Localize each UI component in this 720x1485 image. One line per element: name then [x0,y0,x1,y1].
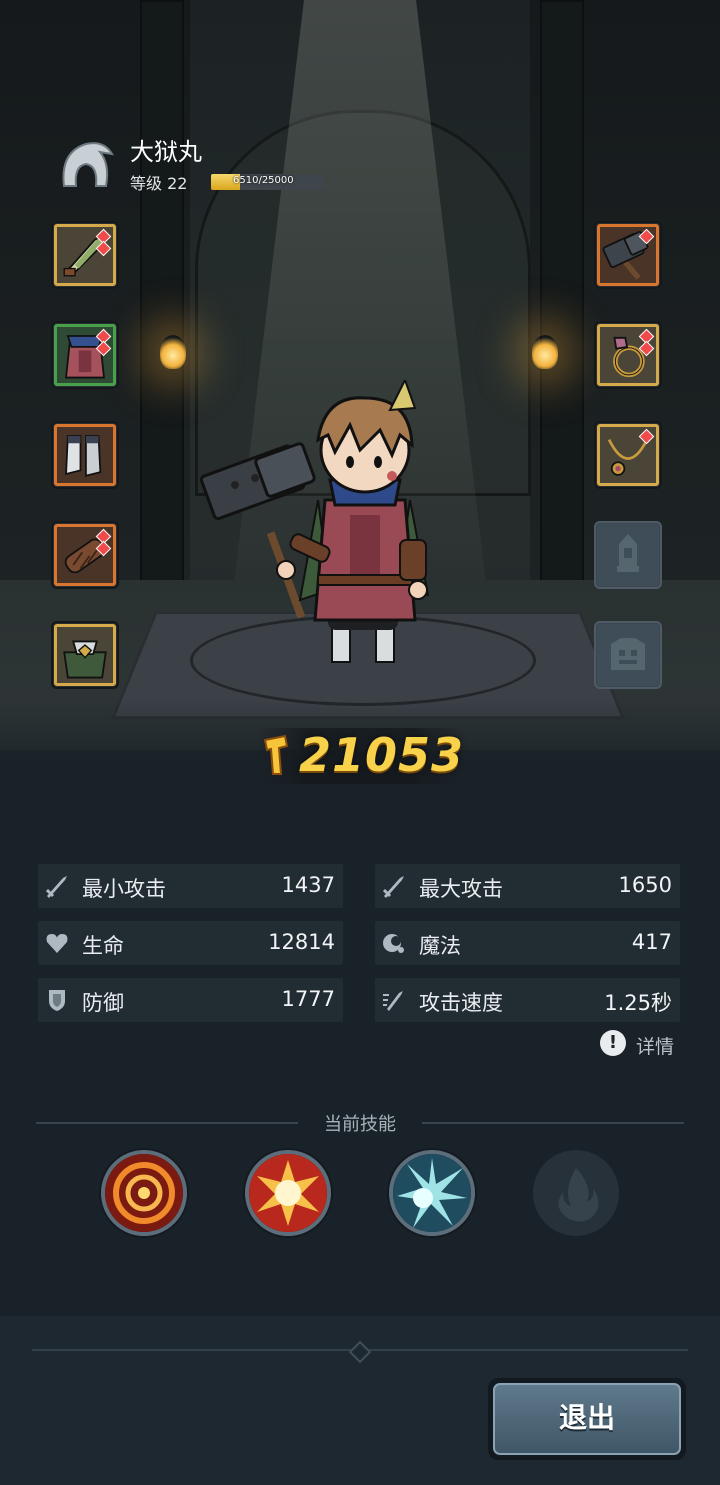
pillar-right [540,0,584,644]
stat-label: 攻击速度 [419,991,503,1015]
stat-value: 1777 [281,987,335,1011]
info-icon: ! [600,1030,626,1056]
boots-icon [65,435,102,477]
lantern-slot-icon [617,534,639,572]
hero-header: 大狱丸 等级 22 6510/25000 [56,130,346,195]
explosion-skill-icon [249,1154,327,1232]
skill-slot-1[interactable] [101,1150,187,1236]
equip-slot-accessory[interactable] [51,221,119,289]
stat-max-attack: 最大攻击 1650 [375,864,680,908]
stat-label: 魔法 [419,934,461,958]
pillar-left [140,0,184,644]
stat-label: 最大攻击 [419,877,503,901]
skill-slot-2[interactable] [245,1150,331,1236]
equip-slot-necklace[interactable] [594,421,662,489]
stat-defense: 防御 1777 [38,978,343,1022]
stat-label: 最小攻击 [82,877,166,901]
sword-icon [45,876,67,898]
torch-right-icon [532,335,558,369]
exp-text: 6510/25000 [233,175,294,186]
pet-slot-icon [611,638,645,670]
equip-slot-armor[interactable] [51,321,119,389]
skills-divider-left [36,1122,298,1124]
skills-divider-right [422,1122,684,1124]
hero-level: 等级 22 [130,174,188,193]
stat-value: 12814 [268,930,335,954]
stat-health: 生命 12814 [38,921,343,965]
ice-blast-skill-icon [393,1154,471,1232]
exit-button-label: 退出 [493,1383,681,1455]
shoulder-armor-icon [63,640,107,679]
stat-label: 生命 [82,934,124,958]
flame-skill-icon [558,1168,599,1222]
equip-slot-boots[interactable] [51,421,119,489]
skill-slot-3[interactable] [389,1150,475,1236]
combat-power-value: 21053 [299,728,465,782]
skills-title: 当前技能 [324,1114,396,1135]
hooded-helmet-icon [62,142,114,187]
equip-slot-ring[interactable] [594,321,662,389]
hero-character [200,380,430,663]
stat-magic: 魔法 417 [375,921,680,965]
hero-name: 大狱丸 [130,138,202,166]
stat-attack-speed: 攻击速度 1.25秒 [375,978,680,1022]
equip-slot-bracer[interactable] [51,521,119,589]
fire-vortex-skill-icon [105,1154,183,1232]
stat-label: 防御 [82,991,124,1015]
exit-button[interactable]: 退出 [488,1378,686,1460]
stat-value: 1437 [281,873,335,897]
sword-icon [382,876,404,898]
exp-bar: 6510/25000 [211,174,324,190]
hammer-power-icon [263,734,289,775]
shield-icon [49,990,65,1011]
combat-power: 21053 [255,728,465,784]
equip-slot-pet-empty[interactable] [594,621,662,689]
attack-speed-icon [383,991,403,1011]
stat-value: 1650 [618,873,672,897]
torch-left-icon [160,335,186,369]
equip-slot-shoulder[interactable] [51,621,119,689]
stat-min-attack: 最小攻击 1437 [38,864,343,908]
stat-value: 417 [631,930,672,954]
heart-icon [46,934,68,953]
equip-slot-lantern-empty[interactable] [594,521,662,589]
equip-slot-weapon[interactable] [594,221,662,289]
magic-icon [383,934,404,953]
skill-slot-4-locked[interactable] [533,1150,619,1236]
stat-value: 1.25秒 [604,991,672,1015]
details-label: 详情 [636,1036,675,1058]
